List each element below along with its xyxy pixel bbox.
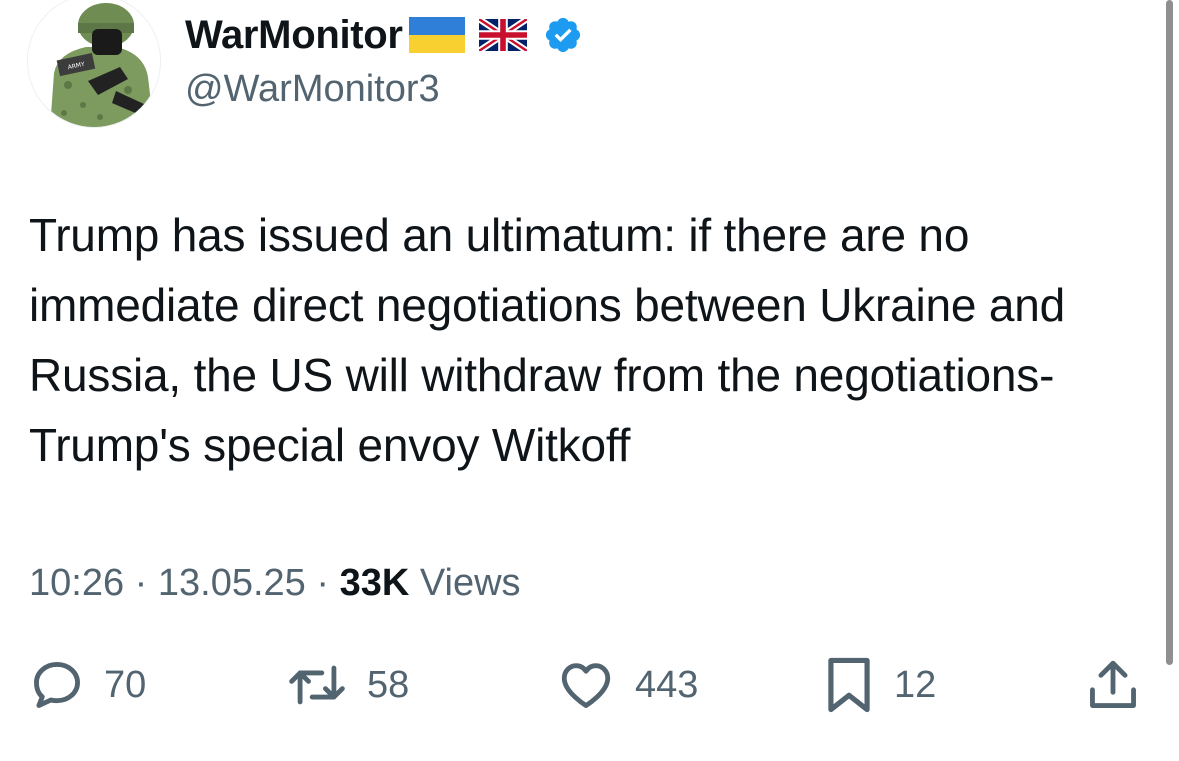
views-count: 33K	[339, 562, 410, 604]
reply-count: 70	[104, 664, 147, 706]
author-name-row: WarMonitor	[185, 12, 583, 58]
share-icon	[1090, 660, 1136, 708]
reply-icon	[34, 662, 80, 708]
verified-badge-icon	[543, 15, 583, 55]
author-display-name[interactable]: WarMonitor	[185, 12, 403, 58]
author-handle[interactable]: @WarMonitor3	[185, 66, 440, 112]
scrollbar[interactable]	[1166, 0, 1173, 665]
views-label: Views	[419, 562, 521, 604]
meta-separator: ·	[316, 562, 330, 604]
soldier-avatar-image: ARMY	[28, 0, 160, 127]
uk-flag-icon	[478, 19, 527, 51]
ukraine-flag-icon	[408, 17, 465, 53]
like-button[interactable]: 443	[555, 655, 698, 715]
like-count: 443	[635, 664, 699, 706]
bookmark-button[interactable]: 12	[822, 655, 936, 715]
share-button[interactable]	[1084, 655, 1142, 715]
tweet-date[interactable]: 13.05.25	[158, 562, 306, 604]
repost-count: 58	[367, 664, 410, 706]
meta-separator: ·	[134, 562, 148, 604]
tweet-text: Trump has issued an ultimatum: if there …	[29, 209, 1066, 471]
tweet-meta: 10:26 · 13.05.25 · 33K Views	[29, 560, 521, 606]
bookmark-count: 12	[894, 664, 937, 706]
heart-icon	[561, 663, 611, 708]
bookmark-icon	[828, 657, 870, 713]
tweet-time[interactable]: 10:26	[29, 562, 124, 604]
repost-button[interactable]: 58	[285, 655, 409, 715]
avatar[interactable]: ARMY	[27, 0, 161, 128]
tweet-actions-bar: 70 58 443 12	[0, 655, 1160, 715]
repost-icon	[289, 665, 345, 705]
reply-button[interactable]: 70	[28, 655, 146, 715]
